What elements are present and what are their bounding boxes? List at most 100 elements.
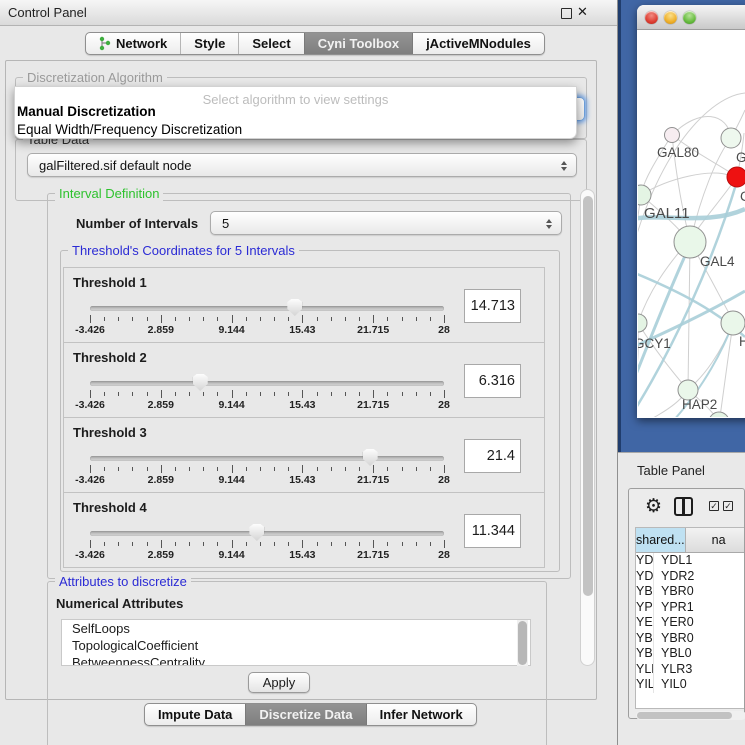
combo-stepper-icon [544, 215, 554, 232]
network-icon [99, 36, 111, 51]
table-horizontal-scrollbar[interactable] [636, 711, 745, 720]
table-cell: YBR0 [654, 631, 744, 647]
checkbox-icon[interactable]: ✓ [709, 501, 719, 511]
gear-icon[interactable]: ⚙ [645, 495, 662, 518]
algorithm-option-equal-width[interactable]: Equal Width/Frequency Discretization [17, 122, 242, 137]
tab-cyni-toolbox[interactable]: Cyni Toolbox [304, 33, 412, 54]
attributes-list-scrollbar[interactable] [517, 620, 528, 666]
threshold-coordinates-title: Threshold's Coordinates for 5 Intervals [68, 243, 299, 258]
threshold-slider-thumb[interactable] [363, 449, 378, 466]
slider-tick-labels: -3.4262.8599.14415.4321.71528 [90, 324, 444, 337]
network-edge [638, 195, 641, 315]
threshold-value-field[interactable]: 6.316 [464, 364, 521, 398]
table-row[interactable]: YBR045CYBR0 [636, 631, 744, 647]
network-node[interactable] [727, 167, 745, 187]
network-node[interactable] [721, 128, 741, 148]
network-node[interactable] [638, 314, 647, 332]
network-node[interactable] [665, 128, 680, 143]
table-cell: YBL0 [654, 646, 744, 662]
number-of-intervals-combobox[interactable]: 5 [210, 211, 562, 235]
table-row[interactable]: YDL19...YDL1 [636, 553, 744, 569]
minimize-traffic-light-icon[interactable] [664, 11, 677, 24]
tab-style[interactable]: Style [180, 33, 238, 54]
slider-tick-labels: -3.4262.8599.14415.4321.71528 [90, 474, 444, 487]
table-body: YDL19...YDL1YDR27...YDR2YBR043CYBR0YPR14… [636, 553, 744, 693]
attribute-list-item[interactable]: TopologicalCoefficient [62, 637, 530, 654]
slider-ticks [90, 390, 444, 399]
apply-button[interactable]: Apply [248, 672, 310, 693]
threshold-slider-track[interactable] [90, 456, 444, 461]
checkbox-icon[interactable]: ✓ [723, 501, 733, 511]
tab-jactivemnodules[interactable]: jActiveMNodules [412, 33, 544, 54]
close-icon[interactable]: ✕ [577, 4, 588, 20]
network-node[interactable] [721, 311, 745, 335]
table-cell: YDR27... [636, 569, 654, 585]
table-header-row: shared...na [636, 528, 744, 553]
network-edge [638, 397, 682, 417]
combo-stepper-icon [559, 157, 569, 174]
number-of-intervals-label: Number of Intervals [76, 216, 198, 231]
threshold-label: Threshold 2 [73, 350, 147, 365]
table-row[interactable]: YPR145WYPR1 [636, 600, 744, 616]
threshold-slider-thumb[interactable] [193, 374, 208, 391]
threshold-value-field[interactable]: 14.713 [464, 289, 521, 323]
table-column-header[interactable]: na [686, 528, 744, 552]
algorithm-option-manual[interactable]: Manual Discretization [17, 104, 156, 119]
table-row[interactable]: YLR345WYLR3 [636, 662, 744, 678]
threshold-slider-track[interactable] [90, 531, 444, 536]
network-graph: GAL80GACGAL11GAL4GCY1HHAP2 [638, 31, 745, 417]
numerical-attributes-label: Numerical Attributes [56, 596, 183, 611]
app-root: Control Panel ✕ NetworkStyleSelect Cyni T… [0, 0, 745, 745]
table-toolbar: ⚙ ✓ ✓ [629, 489, 744, 523]
table-row[interactable]: YIL052CYIL0 [636, 677, 744, 693]
table-cell: YDL1 [654, 553, 744, 569]
tab-label: Cyni Toolbox [318, 36, 399, 51]
attribute-list-item[interactable]: SelfLoops [62, 620, 530, 637]
table-row[interactable]: YBL079WYBL0 [636, 646, 744, 662]
threshold-value-field[interactable]: 11.344 [464, 514, 521, 548]
threshold-slider-track[interactable] [90, 306, 444, 311]
threshold-slider-thumb[interactable] [249, 524, 264, 541]
panel-title: Control Panel [8, 5, 87, 20]
table-row[interactable]: YER054CYER0 [636, 615, 744, 631]
network-edge [638, 251, 680, 323]
threshold-value-field[interactable]: 21.4 [464, 439, 521, 473]
tab-label: Infer Network [380, 707, 463, 722]
network-node-label: GAL4 [700, 254, 735, 269]
panel-scrollbar[interactable] [580, 189, 595, 666]
table-panel-title: Table Panel [637, 463, 705, 478]
table-cell: YDL19... [636, 553, 654, 569]
float-window-icon[interactable] [561, 8, 572, 19]
threshold-slider-thumb[interactable] [287, 299, 302, 316]
slider-tick-labels: -3.4262.8599.14415.4321.71528 [90, 399, 444, 412]
tab-discretize-data[interactable]: Discretize Data [245, 704, 365, 725]
table-cell: YIL0 [654, 677, 744, 693]
threshold-label: Threshold 1 [73, 275, 147, 290]
table-column-header[interactable]: shared... [636, 528, 686, 552]
threshold-row: Threshold 3-3.4262.8599.14415.4321.71528… [64, 418, 544, 493]
discretization-algorithm-title: Discretization Algorithm [23, 70, 167, 85]
close-traffic-light-icon[interactable] [645, 11, 658, 24]
network-window-titlebar [637, 5, 745, 30]
tab-infer-network[interactable]: Infer Network [366, 704, 476, 725]
table-row[interactable]: YDR27...YDR2 [636, 569, 744, 585]
table-card: ⚙ ✓ ✓ shared...na YDL19...YDL1YDR27...YD… [628, 488, 745, 719]
table-data-combobox[interactable]: galFiltered.sif default node [27, 153, 577, 177]
numerical-attributes-list[interactable]: SelfLoopsTopologicalCoefficientBetweenne… [61, 619, 531, 666]
attributes-title: Attributes to discretize [55, 574, 191, 589]
tab-network[interactable]: Network [86, 33, 180, 54]
threshold-slider-track[interactable] [90, 381, 444, 386]
network-canvas[interactable]: GAL80GACGAL11GAL4GCY1HHAP2 [638, 31, 745, 417]
network-edge [692, 177, 737, 237]
tab-select[interactable]: Select [238, 33, 303, 54]
table-row[interactable]: YBR043CYBR0 [636, 584, 744, 600]
attribute-list-item[interactable]: BetweennessCentrality [62, 654, 530, 666]
threshold-row: Threshold 2 -3.4262.8599.14415.4321.71528… [64, 343, 544, 418]
slider-ticks [90, 540, 444, 549]
algorithm-dropdown-popup: Select algorithm to view settings Manual… [14, 86, 577, 139]
slider-tick-labels: -3.4262.8599.14415.4321.71528 [90, 549, 444, 562]
column-split-icon[interactable] [674, 497, 693, 516]
tab-impute-data[interactable]: Impute Data [145, 704, 245, 725]
zoom-traffic-light-icon[interactable] [683, 11, 696, 24]
network-desktop: GAL80GACGAL11GAL4GCY1HHAP2 [618, 0, 745, 452]
